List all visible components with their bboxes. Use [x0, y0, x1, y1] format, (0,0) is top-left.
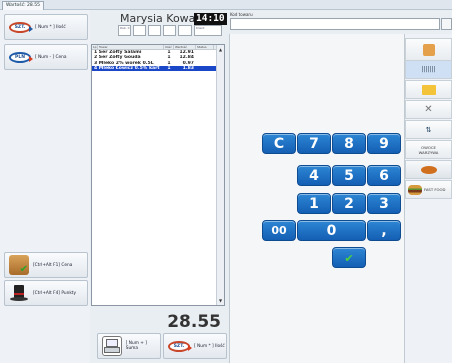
clock: 14:10	[194, 13, 227, 25]
fruit-box-icon	[422, 43, 435, 56]
points-button[interactable]: [Ctrl+Alt F4] Punkty	[4, 280, 88, 306]
info-box-4	[178, 25, 192, 36]
barcode-icon: |||||||	[421, 66, 436, 73]
sort-category[interactable]: ⇅	[405, 120, 452, 139]
receipt-table[interactable]: Lp Towar Ilość Wartość Status 1 Ser Żółt…	[91, 44, 225, 306]
top-hat-icon	[9, 283, 29, 303]
title-bar: Wartość: 28.55	[0, 0, 452, 10]
key-8[interactable]: 8	[332, 133, 366, 154]
col-status: Status	[196, 45, 214, 49]
bread-category[interactable]	[405, 160, 452, 179]
key-4[interactable]: 4	[297, 165, 331, 186]
crate-price-label: [Ctrl+Alt F1] Cena	[33, 262, 73, 268]
key-9[interactable]: 9	[367, 133, 401, 154]
key-6[interactable]: 6	[367, 165, 401, 186]
table-row-selected[interactable]: 4 Mleko Łowicz 0.5% kart 1 1.83	[92, 65, 224, 72]
folder-icon	[421, 84, 436, 95]
fast-food-label: FAST FOOD	[424, 187, 446, 192]
fast-food-category[interactable]: FAST FOOD	[405, 180, 452, 199]
col-value: Wartość	[174, 45, 196, 49]
keyboard-icon[interactable]	[441, 18, 452, 30]
points-label: [Ctrl+Alt F4] Punkty	[33, 290, 77, 296]
folder-category[interactable]	[405, 80, 452, 99]
fruit-box-category[interactable]	[405, 38, 452, 61]
barcode-category[interactable]: |||||||	[405, 60, 452, 79]
szt-arrow-icon: SZT.	[168, 340, 192, 352]
client-box[interactable]: Klient	[194, 25, 222, 36]
price-button[interactable]: PLN [ Num - ] Cena	[4, 44, 88, 70]
tools-icon: ✕	[424, 104, 433, 115]
info-box-3	[163, 25, 176, 36]
crate-price-button[interactable]: ✔ [Ctrl+Alt F1] Cena	[4, 252, 88, 278]
crate-check-icon: ✔	[9, 255, 29, 275]
receipt-scrollbar[interactable]: ▲ ▼	[216, 45, 224, 305]
tools-category[interactable]: ✕	[405, 100, 452, 119]
checkmark-icon: ✔	[344, 252, 354, 265]
confirm-button[interactable]: ✔	[332, 247, 366, 268]
key-comma[interactable]: ,	[367, 220, 401, 241]
search-input[interactable]	[230, 18, 440, 30]
key-3[interactable]: 3	[367, 193, 401, 214]
key-1[interactable]: 1	[297, 193, 331, 214]
sum-button[interactable]: [ Num + ] Suma	[97, 333, 161, 359]
printer-icon	[102, 336, 122, 356]
sort-icon: ⇅	[425, 125, 432, 134]
window-tab[interactable]: Wartość: 28.55	[2, 1, 44, 10]
scroll-down-icon[interactable]: ▼	[218, 298, 223, 303]
sum-label: [ Num + ] Suma	[125, 341, 147, 351]
szt-arrow-icon: SZT.	[9, 21, 33, 33]
col-qty: Ilość	[164, 45, 174, 49]
scroll-up-icon[interactable]: ▲	[218, 47, 223, 52]
info-box-1	[133, 25, 146, 36]
pln-arrow-icon: PLN	[9, 51, 33, 63]
total-amount: 28.55	[167, 312, 221, 332]
col-item: Towar	[98, 45, 164, 49]
quantity-bottom-button[interactable]: SZT. [ Num * ] Ilość	[163, 333, 227, 359]
burger-icon	[408, 184, 422, 195]
key-clear[interactable]: C	[262, 133, 296, 154]
vegetables-label: OWOCE WARZYWA	[418, 144, 439, 155]
key-7[interactable]: 7	[297, 133, 331, 154]
quantity-button[interactable]: SZT. [ Num * ] Ilość	[4, 14, 88, 40]
quantity-button-label: [ Num * ] Ilość	[35, 24, 66, 30]
vegetables-category[interactable]: OWOCE WARZYWA	[405, 140, 452, 159]
key-5[interactable]: 5	[332, 165, 366, 186]
price-button-label: [ Num - ] Cena	[35, 54, 67, 60]
discount-box[interactable]: Rab. 0	[118, 25, 131, 36]
search-label: Kod towaru	[230, 12, 253, 17]
key-2[interactable]: 2	[332, 193, 366, 214]
bread-icon	[420, 165, 437, 174]
info-box-2	[148, 25, 161, 36]
quantity-bottom-label: [ Num * ] Ilość	[194, 343, 225, 349]
key-0[interactable]: 0	[297, 220, 366, 241]
key-00[interactable]: 00	[262, 220, 296, 241]
